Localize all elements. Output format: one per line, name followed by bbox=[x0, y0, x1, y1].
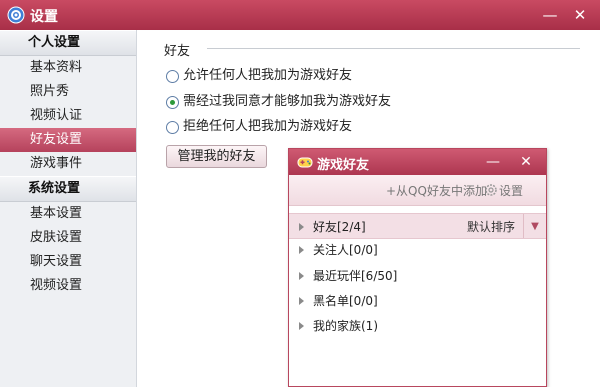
friend-group-blacklist[interactable]: 黑名单[0/0] bbox=[289, 288, 546, 314]
nav-item-basic-profile[interactable]: 基本资料 bbox=[0, 56, 136, 80]
radio-allow-anyone[interactable]: 允许任何人把我加为游戏好友 bbox=[166, 66, 352, 86]
nav-item-video-verification[interactable]: 视频认证 bbox=[0, 104, 136, 128]
nav-item-game-events[interactable]: 游戏事件 bbox=[0, 152, 136, 176]
expand-arrow-icon[interactable] bbox=[299, 246, 304, 254]
nav-item-skin-settings[interactable]: 皮肤设置 bbox=[0, 226, 136, 250]
popup-settings-button[interactable]: 设置 bbox=[499, 182, 523, 199]
nav-item-basic-settings[interactable]: 基本设置 bbox=[0, 202, 136, 226]
nav-group-personal[interactable]: 个人设置 bbox=[0, 30, 136, 56]
nav-item-video-settings[interactable]: 视频设置 bbox=[0, 274, 136, 298]
settings-sidebar: 个人设置 基本资料 照片秀 视频认证 好友设置 游戏事件 系统设置 基本设置 皮… bbox=[0, 30, 137, 387]
nav-item-friend-settings[interactable]: 好友设置 bbox=[0, 128, 136, 152]
add-from-qq-button[interactable]: +从QQ好友中添加 bbox=[386, 182, 487, 199]
nav-item-photo-show[interactable]: 照片秀 bbox=[0, 80, 136, 104]
group-label: 关注人[0/0] bbox=[313, 243, 378, 257]
settings-title-bar: 设置 — ✕ bbox=[0, 0, 600, 30]
expand-arrow-icon[interactable] bbox=[299, 272, 304, 280]
popup-minimize-button[interactable]: — bbox=[482, 151, 504, 173]
friend-group-family[interactable]: 我的家族(1) bbox=[289, 313, 546, 339]
radio-label: 允许任何人把我加为游戏好友 bbox=[183, 68, 353, 83]
popup-title: 游戏好友 bbox=[317, 158, 370, 173]
radio-label: 需经过我同意才能够加我为游戏好友 bbox=[183, 94, 392, 109]
game-friends-popup: 游戏好友 — ✕ +从QQ好友中添加 设置 好友[2/4] 默认排序 ▼ 关注人… bbox=[288, 148, 547, 387]
radio-button-checked[interactable] bbox=[166, 95, 179, 109]
group-label: 黑名单[0/0] bbox=[313, 294, 378, 308]
radio-button[interactable] bbox=[166, 120, 179, 134]
group-label: 最近玩伴[6/50] bbox=[313, 269, 398, 283]
radio-reject-anyone[interactable]: 拒绝任何人把我加为游戏好友 bbox=[166, 117, 352, 137]
nav-group-system[interactable]: 系统设置 bbox=[0, 176, 136, 202]
expand-arrow-icon[interactable] bbox=[299, 223, 304, 231]
expand-arrow-icon[interactable] bbox=[299, 297, 304, 305]
game-controller-icon bbox=[297, 157, 313, 168]
popup-title-bar: 游戏好友 — ✕ bbox=[289, 149, 546, 175]
radio-button[interactable] bbox=[166, 69, 179, 83]
radio-label: 拒绝任何人把我加为游戏好友 bbox=[183, 119, 353, 134]
friend-group-recent[interactable]: 最近玩伴[6/50] bbox=[289, 263, 546, 289]
nav-item-chat-settings[interactable]: 聊天设置 bbox=[0, 250, 136, 274]
manage-friends-button[interactable]: 管理我的好友 bbox=[166, 145, 267, 168]
friend-group-friends[interactable]: 好友[2/4] 默认排序 ▼ bbox=[289, 213, 546, 239]
group-label: 我的家族(1) bbox=[313, 319, 378, 333]
close-button[interactable]: ✕ bbox=[568, 3, 592, 27]
popup-close-button[interactable]: ✕ bbox=[515, 151, 537, 173]
expand-arrow-icon[interactable] bbox=[299, 322, 304, 330]
settings-gear-icon[interactable] bbox=[485, 184, 497, 196]
friend-group-followed[interactable]: 关注人[0/0] bbox=[289, 237, 546, 263]
radio-require-approval[interactable]: 需经过我同意才能够加我为游戏好友 bbox=[166, 92, 391, 112]
gear-icon bbox=[7, 6, 25, 24]
minimize-button[interactable]: — bbox=[538, 3, 562, 27]
window-title: 设置 bbox=[30, 9, 58, 25]
sort-dropdown-icon[interactable]: ▼ bbox=[523, 214, 546, 238]
section-title: 好友 bbox=[164, 44, 191, 59]
section-divider bbox=[207, 48, 580, 49]
popup-toolbar: +从QQ好友中添加 设置 bbox=[289, 175, 546, 206]
